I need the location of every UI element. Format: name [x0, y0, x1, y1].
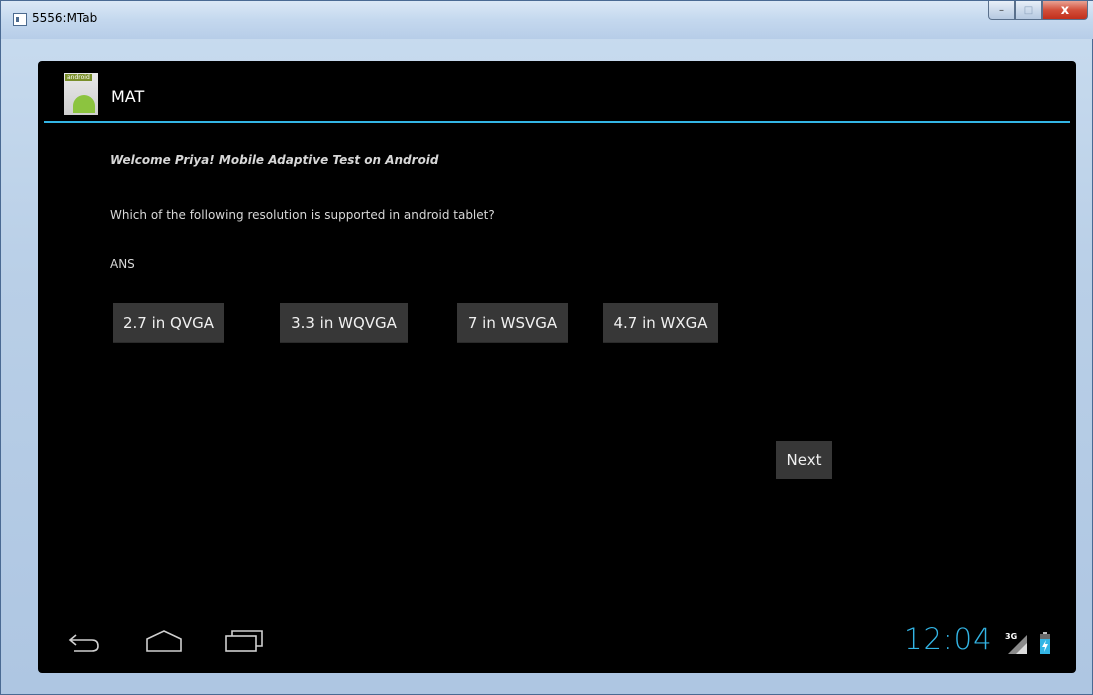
maximize-button[interactable]: □: [1015, 1, 1042, 20]
launcher-label: android: [65, 74, 92, 81]
minimize-icon: –: [999, 4, 1004, 16]
action-bar-divider: [44, 121, 1070, 123]
emulator-window: 5556:MTab – □ x android MAT Welcome Priy…: [0, 0, 1093, 695]
close-button[interactable]: x: [1042, 1, 1088, 20]
clock: 12:04: [904, 622, 993, 656]
close-icon: x: [1060, 2, 1070, 18]
welcome-text: Welcome Priya! Mobile Adaptive Test on A…: [110, 153, 439, 167]
option-button-3[interactable]: 7 in WSVGA: [457, 303, 568, 343]
home-icon[interactable]: [145, 629, 183, 653]
recent-apps-icon[interactable]: [224, 629, 264, 653]
answer-label: ANS: [110, 257, 135, 271]
question-text: Which of the following resolution is sup…: [110, 208, 495, 222]
signal-icon: [1008, 635, 1027, 654]
option-button-1[interactable]: 2.7 in QVGA: [113, 303, 224, 343]
window-titlebar[interactable]: 5556:MTab – □ x: [1, 1, 1093, 39]
android-robot-shape: [73, 95, 95, 113]
window-title: 5556:MTab: [32, 11, 98, 25]
android-launcher-icon[interactable]: android: [64, 73, 98, 115]
minimize-button[interactable]: –: [988, 1, 1015, 20]
battery-charging-icon: [1040, 632, 1050, 654]
next-button[interactable]: Next: [776, 441, 832, 479]
action-bar: android MAT: [38, 61, 1076, 121]
back-icon[interactable]: [66, 629, 102, 653]
option-button-4[interactable]: 4.7 in WXGA: [603, 303, 718, 343]
navigation-bar: 12:04 3G: [38, 617, 1076, 673]
option-button-2[interactable]: 3.3 in WQVGA: [280, 303, 408, 343]
window-app-icon: [13, 13, 27, 26]
app-title: MAT: [111, 87, 145, 106]
maximize-icon: □: [1023, 4, 1034, 16]
window-controls: – □ x: [988, 1, 1088, 21]
android-screen: android MAT Welcome Priya! Mobile Adapti…: [38, 61, 1076, 673]
